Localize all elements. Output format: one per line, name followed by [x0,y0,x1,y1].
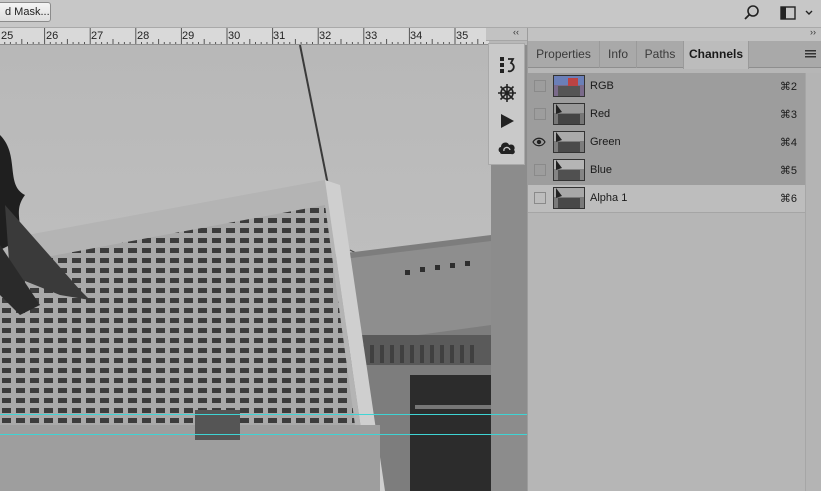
panel-tabs: Properties Info Paths Channels [528,41,821,69]
channel-thumbnail [553,75,585,97]
ruler-label: 28 [137,30,150,42]
channel-row-green[interactable]: Green ⌘4 [528,129,805,157]
ruler-label: 35 [456,30,469,42]
channel-thumbnail [553,103,585,125]
eye-icon[interactable] [532,137,546,147]
visibility-toggle[interactable] [534,192,546,204]
document-canvas[interactable] [0,45,491,491]
channel-row-red[interactable]: Red ⌘3 [528,101,805,129]
horizontal-guide[interactable] [0,414,527,415]
channel-shortcut: ⌘6 [779,193,797,205]
channel-list: RGB ⌘2 Red ⌘3 Green ⌘4 Blue ⌘5 Alpha 1 ⌘… [528,73,805,213]
expand-chevron-icon[interactable]: ›› [810,27,816,37]
channels-panel: ›› Properties Info Paths Channels RGB ⌘2… [527,27,821,491]
channel-shortcut: ⌘3 [779,109,797,121]
ruler-label: 30 [228,30,241,42]
channel-name: Red [590,108,611,120]
select-and-mask-button[interactable]: d Mask... [0,2,51,22]
panel-scrollbar[interactable] [805,73,821,491]
tab-channels[interactable]: Channels [683,41,749,69]
channel-shortcut: ⌘4 [779,137,797,149]
collapsed-panel-dock [488,43,525,165]
collapse-chevron-icon[interactable]: ‹‹ [513,27,519,37]
ruler-label: 26 [46,30,59,42]
ruler-label: 27 [91,30,104,42]
ruler-label: 25 [1,30,14,42]
search-icon[interactable] [743,4,761,22]
channel-shortcut: ⌘5 [779,165,797,177]
channel-row-blue[interactable]: Blue ⌘5 [528,157,805,185]
tab-info[interactable]: Info [600,41,637,68]
options-bar: d Mask... [0,0,821,28]
dock-header[interactable]: ‹‹ [486,27,527,41]
channel-row-rgb[interactable]: RGB ⌘2 [528,73,805,101]
navigator-icon[interactable] [497,83,517,103]
ruler-label: 31 [273,30,286,42]
tab-paths[interactable]: Paths [637,41,684,68]
ruler-label: 32 [319,30,332,42]
channel-name: Alpha 1 [590,192,628,204]
actions-play-icon[interactable] [497,111,517,131]
horizontal-guide[interactable] [0,434,527,435]
channel-shortcut: ⌘2 [779,81,797,93]
ruler-label: 29 [182,30,195,42]
workspace-switcher-icon[interactable] [779,4,819,22]
visibility-toggle[interactable] [534,164,546,176]
visibility-toggle[interactable] [534,108,546,120]
panel-header[interactable]: ›› [528,27,821,41]
panel-menu-icon[interactable] [805,50,816,58]
tab-properties[interactable]: Properties [528,41,600,68]
channel-name: Blue [590,164,613,176]
channel-row-alpha-1[interactable]: Alpha 1 ⌘6 [528,185,805,213]
building-photo [0,45,491,491]
visibility-toggle[interactable] [534,80,546,92]
channel-thumbnail [553,159,585,181]
history-icon[interactable] [497,55,517,75]
channel-name: Green [590,136,621,148]
channel-thumbnail [553,187,585,209]
channel-thumbnail [553,131,585,153]
ruler-label: 34 [410,30,423,42]
channel-name: RGB [590,80,614,92]
ruler-label: 33 [365,30,378,42]
horizontal-ruler[interactable]: 25 26 27 28 29 30 31 32 33 34 35 [0,28,489,45]
libraries-icon[interactable] [497,138,517,158]
